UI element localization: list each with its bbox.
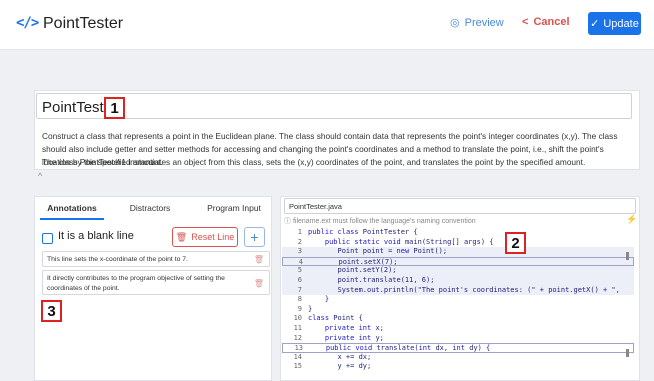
code-text: public static void main(String[] args) { <box>324 237 494 246</box>
filename-warning-text: filename.ext must follow the language's … <box>292 218 476 225</box>
code-text: class Point { <box>308 314 363 323</box>
code-text: y += dy; <box>308 362 372 371</box>
info-icon: ⓘ <box>284 218 291 225</box>
line-number: 7 <box>297 285 302 294</box>
code-text: public class PointTester { <box>308 228 418 236</box>
preview-label: Preview <box>464 16 504 29</box>
line-number: 5 <box>297 266 302 275</box>
code-line[interactable]: 15 y += dy; <box>282 362 634 372</box>
code-text: private int y; <box>324 333 384 342</box>
reset-line-button[interactable]: 🗑 Reset Line <box>172 227 238 247</box>
code-text: } <box>308 295 330 304</box>
annotation-text: It directly contributes to the program o… <box>47 275 225 292</box>
eye-icon: ◎ <box>450 17 460 29</box>
line-number: 2 <box>297 237 302 246</box>
code-text: point.setY(2); <box>308 266 397 275</box>
cancel-button[interactable]: < Cancel <box>522 16 570 28</box>
code-line[interactable]: 9} <box>282 305 634 315</box>
app-title: PointTester <box>43 15 124 32</box>
problem-title-field[interactable] <box>36 93 632 119</box>
code-line[interactable]: 10 class Point { <box>282 314 634 324</box>
code-line[interactable]: 4 point.setX(7); <box>282 256 634 267</box>
code-text: Point point = new Point(); <box>308 247 448 256</box>
delete-annotation-icon[interactable]: 🗑 <box>254 279 264 289</box>
tab-distractors[interactable]: Distractors <box>114 196 186 213</box>
trash-icon: 🗑 <box>175 231 188 242</box>
chevron-left-icon: < <box>522 16 529 28</box>
line-number: 10 <box>293 314 302 323</box>
lightning-icon[interactable]: ⚡ <box>626 214 637 225</box>
code-text: System.out.println("The point's coordina… <box>308 285 620 294</box>
line-number: 12 <box>293 333 302 342</box>
blank-line-label: It is a blank line <box>58 230 134 242</box>
code-text: } <box>308 304 313 313</box>
code-line[interactable]: 14 x += dx; <box>282 353 634 363</box>
annotation-item[interactable]: It directly contributes to the program o… <box>42 270 270 295</box>
line-number: 3 <box>297 247 302 256</box>
code-text: point.translate(11, 6); <box>308 276 435 284</box>
top-bar: </> PointTester ◎ Preview < Cancel ✓ Upd… <box>0 0 654 50</box>
code-line[interactable]: 8 } <box>282 295 634 305</box>
line-number: 9 <box>297 304 302 313</box>
code-logo-icon: </> <box>16 15 39 31</box>
code-line[interactable]: 5 point.setY(2); <box>282 266 634 276</box>
code-line[interactable]: 13 public void translate(int dx, int dy)… <box>282 343 634 353</box>
code-line[interactable]: 2 public static void main(String[] args)… <box>282 238 634 248</box>
scrollbar-thumb[interactable] <box>626 252 629 260</box>
code-line[interactable]: 7 System.out.println("The point's coordi… <box>282 285 634 296</box>
line-number: 11 <box>293 324 302 332</box>
line-number: 14 <box>293 352 302 361</box>
collapse-chevron-icon[interactable]: ^ <box>38 171 42 181</box>
line-number: 8 <box>297 295 302 304</box>
update-button[interactable]: ✓ Update <box>588 12 641 35</box>
delete-annotation-icon[interactable]: 🗑 <box>254 255 264 265</box>
code-text: x += dx; <box>308 352 372 361</box>
update-label: Update <box>603 17 639 30</box>
annotation-item[interactable]: This line sets the x-coordinate of the p… <box>42 251 270 267</box>
tab-bar: Annotations Distractors Program Input <box>34 196 272 220</box>
blank-line-checkbox[interactable] <box>42 233 53 244</box>
scrollbar-thumb[interactable] <box>626 349 629 357</box>
check-icon: ✓ <box>590 18 600 30</box>
code-line[interactable]: 1 public class PointTester { <box>282 228 634 238</box>
callout-badge-3: 3 <box>41 300 62 322</box>
code-line[interactable]: 11 private int x; <box>282 324 634 334</box>
callout-badge-1: 1 <box>104 97 125 119</box>
annotation-text: This line sets the x-coordinate of the p… <box>47 256 188 263</box>
cancel-label: Cancel <box>533 16 570 28</box>
code-line[interactable]: 12 private int y; <box>282 334 634 344</box>
line-number: 6 <box>297 276 302 284</box>
code-line[interactable]: 6 point.translate(11, 6); <box>282 276 634 286</box>
line-number: 15 <box>293 362 302 371</box>
callout-badge-2: 2 <box>505 232 526 254</box>
reset-line-label: Reset Line <box>191 232 235 242</box>
tab-annotations[interactable]: Annotations <box>40 196 104 220</box>
add-annotation-button[interactable]: + <box>244 227 265 247</box>
problem-description-2: The class PointTester1 instantiates an o… <box>42 157 586 167</box>
filename-warning: ⓘ filename.ext must follow the language'… <box>284 216 476 226</box>
code-line[interactable]: 3 Point point = new Point(); <box>282 247 634 257</box>
tab-program-input[interactable]: Program Input <box>196 196 272 213</box>
code-text: private int x; <box>324 324 384 332</box>
filename-input[interactable]: PointTester.java <box>284 198 636 214</box>
line-number: 1 <box>297 228 302 236</box>
preview-button[interactable]: ◎ Preview <box>450 16 504 30</box>
